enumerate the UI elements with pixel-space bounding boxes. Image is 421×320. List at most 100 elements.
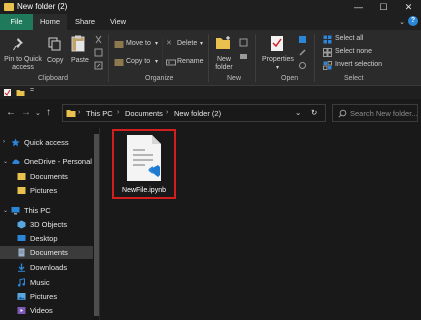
- sidebar-item-videos[interactable]: Videos: [0, 304, 93, 317]
- close-button[interactable]: ✕: [396, 0, 421, 14]
- download-icon: [18, 263, 25, 272]
- sidebar-item-downloads[interactable]: Downloads: [0, 261, 93, 274]
- minimize-button[interactable]: —: [346, 0, 371, 14]
- breadcrumb-this-pc[interactable]: This PC: [86, 109, 113, 118]
- sidebar-item-3d-objects[interactable]: 3D Objects: [0, 218, 93, 231]
- sidebar-item-onedrive[interactable]: ⌄ OneDrive - Personal: [0, 155, 93, 168]
- rename-icon: [166, 59, 176, 66]
- sidebar-item-documents[interactable]: Documents: [0, 246, 93, 259]
- file-item-newfile-ipynb[interactable]: NewFile.ipynb: [112, 129, 176, 199]
- up-button[interactable]: ↑: [46, 107, 51, 118]
- rename-label: Rename: [177, 58, 204, 65]
- cut-icon[interactable]: [94, 35, 103, 44]
- documents-icon: [18, 248, 25, 257]
- open-icon[interactable]: [298, 35, 307, 44]
- window-title: New folder (2): [17, 2, 68, 11]
- desktop-icon: [17, 235, 26, 241]
- computer-icon: [11, 207, 20, 215]
- ribbon-tabs: File Home Share View ⌄ ?: [0, 14, 421, 30]
- sidebar-item-label: Pictures: [30, 186, 58, 195]
- sidebar-item-onedrive-pictures[interactable]: Pictures: [0, 184, 93, 197]
- organize-group-label: Organize: [145, 75, 174, 82]
- title-bar: New folder (2) — ☐ ✕: [0, 0, 421, 14]
- new-folder-label: New folder: [215, 56, 233, 71]
- star-icon: [11, 138, 20, 147]
- folder-icon: [17, 187, 26, 194]
- chevron-down-icon[interactable]: ⌄: [3, 158, 8, 165]
- sidebar-item-quick-access[interactable]: › Quick access: [0, 136, 93, 149]
- sidebar-item-onedrive-documents[interactable]: Documents: [0, 170, 93, 183]
- breadcrumb-separator: ›: [117, 109, 120, 116]
- pin-label: Pin to Quick access: [4, 56, 42, 71]
- chevron-down-icon: ▾: [200, 41, 204, 47]
- easy-access-icon[interactable]: [239, 52, 248, 61]
- select-none-icon: [323, 48, 332, 57]
- chevron-down-icon[interactable]: ⌄: [3, 207, 8, 214]
- breadcrumb-documents[interactable]: Documents: [125, 109, 163, 118]
- copy-to-label: Copy to: [126, 58, 151, 65]
- properties-icon[interactable]: [3, 88, 12, 97]
- search-input[interactable]: Search New folder...: [332, 104, 418, 122]
- customize-toolbar-icon[interactable]: =: [30, 87, 34, 94]
- maximize-button[interactable]: ☐: [371, 0, 396, 14]
- paste-icon: [71, 35, 85, 52]
- paste-shortcut-icon[interactable]: [94, 61, 103, 70]
- copy-icon: [48, 37, 61, 51]
- sidebar-item-this-pc[interactable]: ⌄ This PC: [0, 204, 93, 217]
- select-none-label: Select none: [335, 48, 372, 55]
- address-dropdown-icon[interactable]: ⌄: [295, 108, 301, 117]
- navigation-pane: › Quick access ⌄ OneDrive - Personal Doc…: [0, 128, 93, 320]
- sidebar-scrollbar[interactable]: [93, 128, 100, 320]
- copy-path-icon[interactable]: [94, 48, 103, 57]
- tab-share[interactable]: Share: [70, 14, 100, 30]
- history-icon[interactable]: [298, 61, 307, 70]
- open-group-label: Open: [281, 75, 299, 82]
- folder-icon: [4, 3, 14, 11]
- breadcrumb-separator: ›: [166, 109, 169, 116]
- sidebar-item-label: Videos: [30, 306, 53, 315]
- delete-icon: ✕: [166, 40, 172, 47]
- pin-icon: [13, 38, 23, 51]
- sidebar-item-label: Pictures: [30, 292, 58, 301]
- breadcrumb-separator: ›: [78, 109, 81, 116]
- chevron-down-icon: ▾: [155, 59, 159, 65]
- divider: [108, 34, 109, 82]
- scrollbar-thumb[interactable]: [94, 134, 99, 316]
- folder-icon: [66, 110, 76, 117]
- recent-locations-button[interactable]: ⌄: [35, 109, 41, 117]
- help-icon[interactable]: ?: [408, 16, 418, 26]
- tab-file[interactable]: File: [0, 14, 33, 30]
- refresh-icon[interactable]: ↻: [311, 108, 317, 117]
- new-folder-icon[interactable]: [16, 88, 25, 97]
- folder-icon: [17, 173, 26, 180]
- sidebar-item-label: This PC: [24, 206, 51, 215]
- tab-view[interactable]: View: [103, 14, 133, 30]
- sidebar-item-desktop[interactable]: Desktop: [0, 232, 93, 245]
- breadcrumb-new-folder[interactable]: New folder (2): [174, 109, 221, 118]
- clipboard-group-label: Clipboard: [38, 75, 68, 82]
- navigation-bar: ← → ⌄ ↑ › This PC › Documents › New fold…: [0, 99, 421, 128]
- tab-home[interactable]: Home: [33, 14, 67, 30]
- select-all-label: Select all: [335, 35, 364, 42]
- edit-icon[interactable]: [298, 48, 307, 57]
- sidebar-item-label: Quick access: [24, 138, 69, 147]
- collapse-ribbon-icon[interactable]: ⌄: [399, 18, 405, 26]
- delete-label: Delete: [177, 40, 198, 47]
- sidebar-item-label: Documents: [30, 248, 68, 257]
- divider: [314, 34, 315, 82]
- chevron-right-icon[interactable]: ›: [3, 139, 5, 145]
- sidebar-item-music[interactable]: Music: [0, 276, 93, 289]
- sidebar-item-label: OneDrive - Personal: [24, 157, 92, 166]
- back-button[interactable]: ←: [6, 107, 16, 118]
- select-all-icon: [323, 35, 332, 44]
- select-group-label: Select: [344, 75, 364, 82]
- address-bar[interactable]: › This PC › Documents › New folder (2) ⌄…: [62, 104, 326, 122]
- new-group-label: New: [227, 75, 242, 82]
- forward-button[interactable]: →: [21, 107, 31, 118]
- new-folder-icon: [216, 36, 230, 49]
- videos-icon: [17, 307, 26, 314]
- sidebar-item-pictures[interactable]: Pictures: [0, 290, 93, 303]
- paste-label: Paste: [71, 57, 89, 64]
- new-item-icon[interactable]: [239, 38, 248, 47]
- sidebar-item-label: 3D Objects: [30, 220, 68, 229]
